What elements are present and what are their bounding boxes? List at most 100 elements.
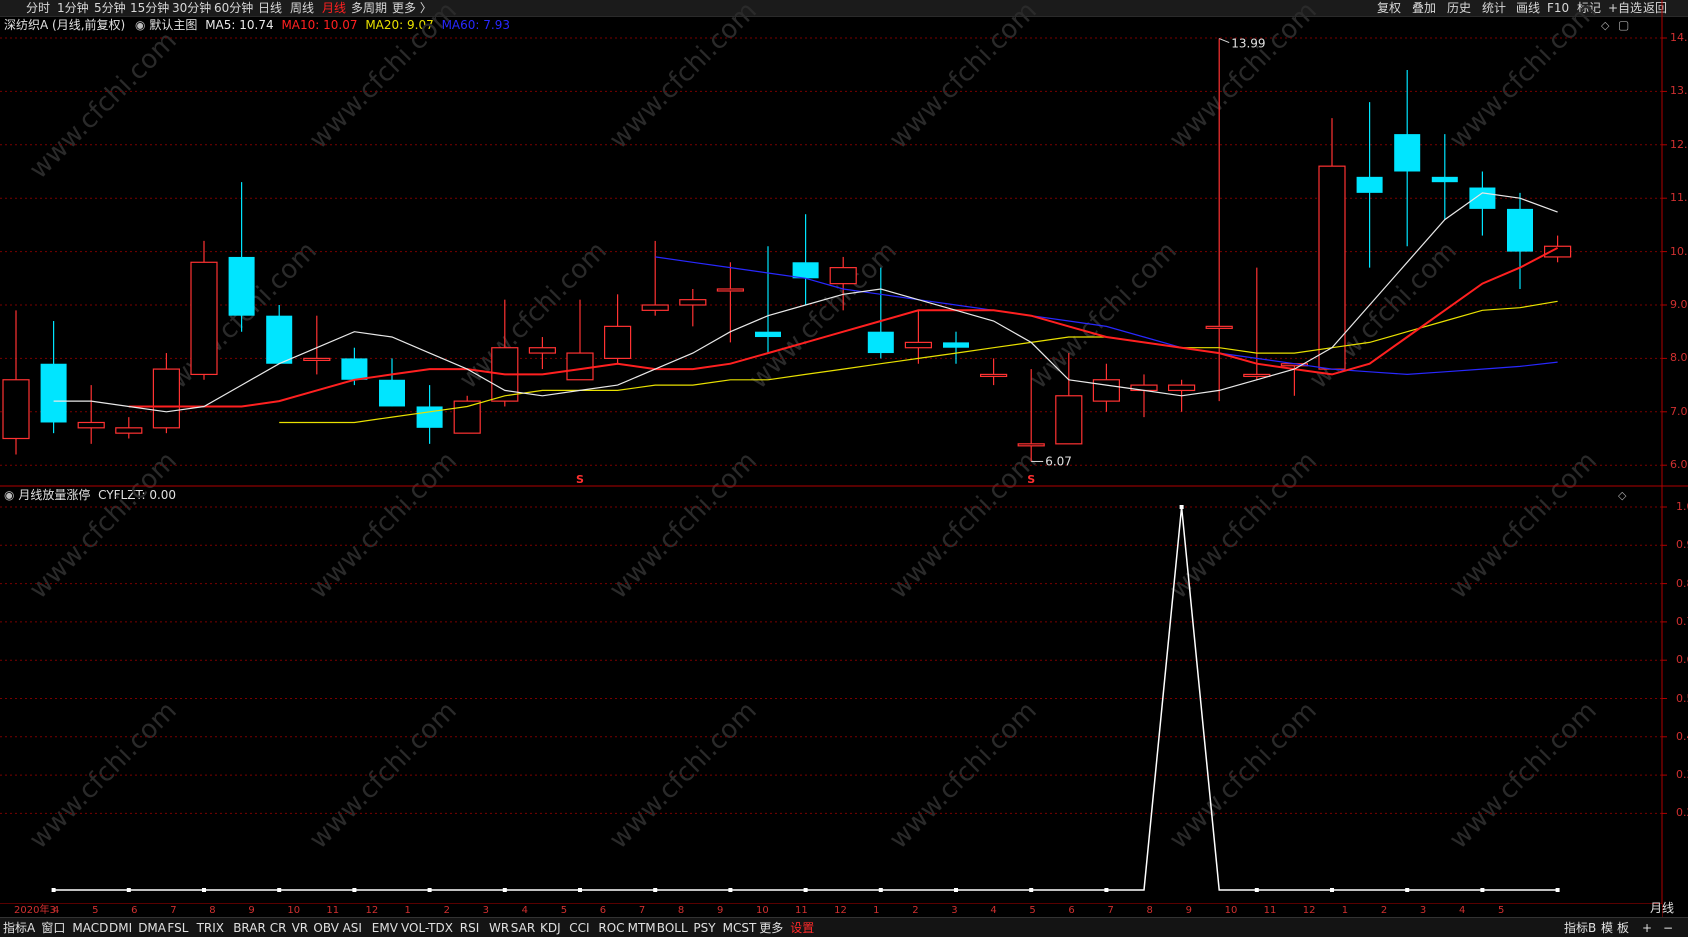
candle-body [416,406,443,428]
x-tick-2: 4 [53,905,60,916]
tab-psy[interactable]: PSY [693,918,715,937]
candle-body [303,357,331,361]
period-label: 月线 [1650,901,1675,915]
candle-6[interactable] [190,240,218,380]
cyflzt-point-25 [954,888,958,892]
indicator-tab-bar: 指标A 窗口 MACD DMI DMA FSL TRIX BRAR CR VR OBV ASI EMV V… [0,917,1688,937]
candle-9[interactable] [303,315,331,375]
tab-obv[interactable]: OBV [313,918,339,937]
candle-3[interactable] [77,385,105,444]
sub-y-tick-6: 0.50 [1676,691,1688,705]
candle-26[interactable] [943,331,969,364]
candle-36[interactable] [1318,118,1346,370]
x-tick-9: 11 [326,905,340,916]
tab-right-2[interactable]: 模 [1601,918,1613,937]
candle-19[interactable] [679,288,707,327]
sub-y-tick-9: 0.20 [1676,806,1688,820]
candle-38[interactable] [1394,70,1421,247]
tab-fsl[interactable]: FSL [167,918,188,937]
x-tick-36: 2 [1380,905,1388,916]
candle-4[interactable] [115,417,143,439]
tab-vol-tdx[interactable]: VOL-TDX [401,918,453,937]
price-chart[interactable]: www.cfchi.com www.cfchi.com www.cfchi.com w… [0,0,1688,937]
watermark-8: www.cfchi.com [304,446,463,605]
candle-2[interactable] [40,321,67,434]
tab-wr[interactable]: WR [489,918,509,937]
tab--[interactable]: 设置 [790,918,814,937]
candle-body [792,262,819,279]
tab-dmi[interactable]: DMI [109,918,132,937]
watermark-14: www.cfchi.com [304,696,463,855]
candle-11[interactable] [379,358,405,407]
tab-cci[interactable]: CCI [569,918,589,937]
tab-right-5[interactable]: − [1663,918,1673,937]
tab-roc[interactable]: ROC [598,918,624,937]
watermark-11: www.cfchi.com [1164,446,1323,605]
cyflzt-point-15 [578,888,582,892]
x-tick-23: 1 [873,905,880,916]
tab--[interactable]: 窗口 [41,918,65,937]
tab-sar[interactable]: SAR [511,918,535,937]
candle-37[interactable] [1356,102,1383,268]
tab-mtm[interactable]: MTM [628,918,656,937]
cyflzt-point-13 [502,888,507,892]
candle-1[interactable] [2,310,30,455]
tab--a[interactable]: 指标A [3,918,35,937]
tab-cr[interactable]: CR [270,918,287,937]
signal-marker-2[interactable]: S [1027,473,1035,486]
candle-31[interactable] [1130,374,1158,418]
candle-12[interactable] [416,385,443,444]
candle-39[interactable] [1431,134,1458,220]
candle-25[interactable] [904,310,933,364]
watermark-4: www.cfchi.com [884,0,1043,155]
x-tick-37: 3 [1419,905,1427,916]
tab-right-1[interactable]: 指标B [1564,918,1596,937]
tab-right-3[interactable]: 板 [1617,918,1629,937]
candle-20[interactable] [716,262,745,343]
candle-7[interactable] [228,182,255,332]
tab-asi[interactable]: ASI [343,918,362,937]
tab-rsi[interactable]: RSI [460,918,480,937]
candle-body [755,331,781,338]
candle-15[interactable] [528,337,557,370]
tab-emv[interactable]: EMV [372,918,398,937]
high-pointer [1219,38,1230,43]
candle-body [152,368,180,429]
candle-27[interactable] [979,358,1008,386]
tab-trix[interactable]: TRIX [197,918,224,937]
tab--[interactable]: 更多 [759,918,783,937]
tab-mcst[interactable]: MCST [723,918,757,937]
tab-vr[interactable]: VR [292,918,309,937]
candle-21[interactable] [755,246,781,354]
x-tick-28: 6 [1068,905,1075,916]
candle-body [943,342,969,348]
x-tick-29: 7 [1107,905,1114,916]
watermark-12: www.cfchi.com [1444,446,1603,605]
candle-body [1431,176,1458,183]
candle-18[interactable] [641,240,669,316]
candle-8[interactable] [266,305,293,364]
candle-13[interactable] [453,395,481,434]
candle-41[interactable] [1507,192,1533,289]
cyflzt-point-17 [653,888,658,892]
tab-brar[interactable]: BRAR [233,918,266,937]
watermark-5: www.cfchi.com [1164,0,1323,155]
candle-22[interactable] [792,214,819,305]
candle-30[interactable] [1092,363,1121,412]
tab-macd[interactable]: MACD [72,918,108,937]
candle-body [1318,165,1346,370]
x-tick-21: 11 [795,905,808,916]
x-tick-6: 8 [209,905,216,916]
candle-40[interactable] [1469,171,1496,236]
signal-marker-1[interactable]: S [576,473,584,486]
candle-body [1017,443,1045,447]
x-tick-30: 8 [1146,905,1153,916]
tab-dma[interactable]: DMA [138,918,166,937]
x-tick-31: 9 [1185,905,1192,916]
tab-right-4[interactable]: + [1642,918,1652,937]
tab-kdj[interactable]: KDJ [540,918,561,937]
cyflzt-point-9 [352,888,357,892]
tab-boll[interactable]: BOLL [657,918,688,937]
x-tick-22: 12 [834,905,847,916]
x-tick-7: 9 [248,905,255,916]
